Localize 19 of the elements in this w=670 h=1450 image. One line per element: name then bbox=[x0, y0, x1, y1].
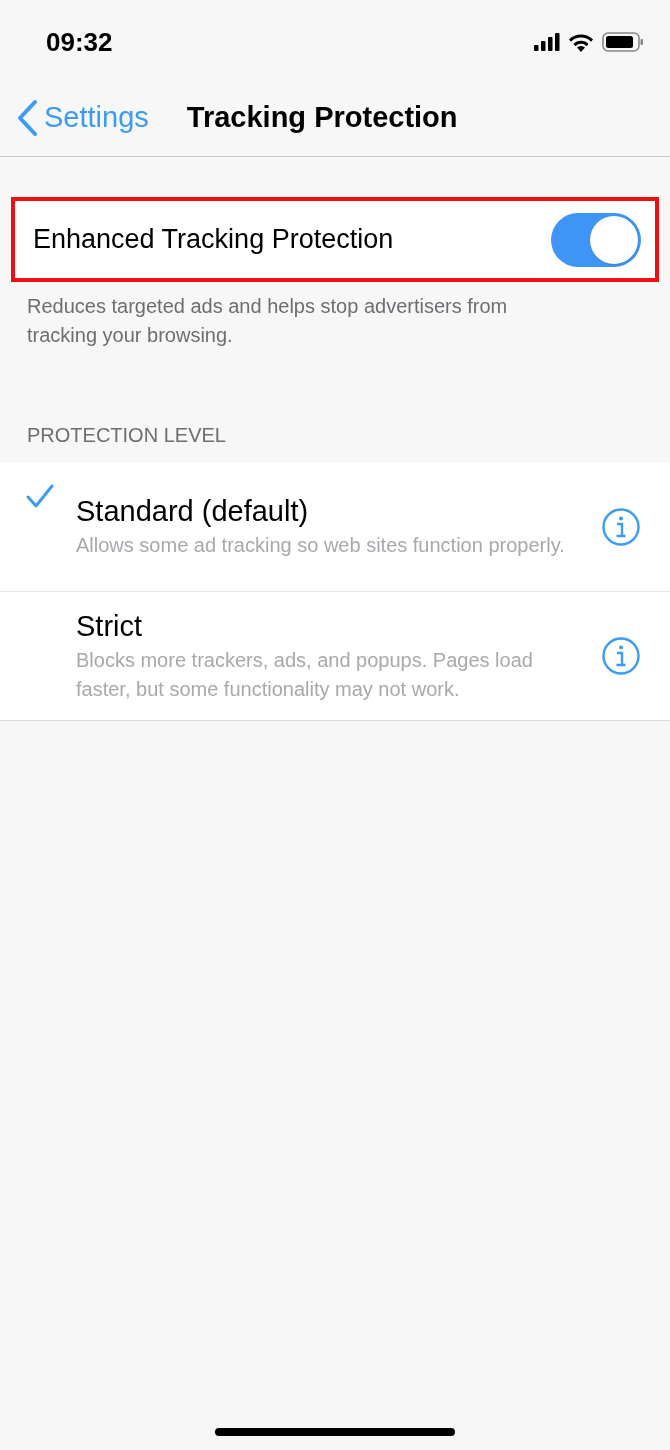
chevron-left-icon bbox=[16, 99, 38, 137]
wifi-icon bbox=[568, 32, 594, 52]
signal-icon bbox=[534, 33, 560, 51]
toggle-label: Enhanced Tracking Protection bbox=[33, 223, 394, 257]
page-title: Tracking Protection bbox=[186, 100, 458, 136]
option-subtitle: Blocks more trackers, ads, and popups. Pages load faster, but some functionality may not work. bbox=[76, 648, 534, 702]
option-row[interactable]: Standard (default) Allows some ad tracking so web sites function properly. bbox=[0, 462, 670, 591]
option-title: Standard (default) bbox=[76, 494, 310, 529]
info-icon[interactable] bbox=[601, 636, 641, 676]
status-time: 09:32 bbox=[46, 25, 113, 59]
toggle-description: Reduces targeted ads and helps stop advertisers from tracking your browsing. bbox=[26, 294, 509, 348]
battery-icon bbox=[602, 32, 644, 52]
option-subtitle: Allows some ad tracking so web sites function properly. bbox=[76, 533, 566, 558]
option-title: Strict bbox=[76, 609, 144, 644]
toggle-switch[interactable] bbox=[551, 212, 641, 267]
option-row[interactable]: Strict Blocks more trackers, ads, and popups. Pages load faster, but some functionality may not work. bbox=[0, 591, 670, 720]
section-header: PROTECTION LEVEL bbox=[26, 423, 227, 448]
info-icon[interactable] bbox=[601, 506, 641, 547]
checkmark-icon bbox=[26, 484, 54, 508]
